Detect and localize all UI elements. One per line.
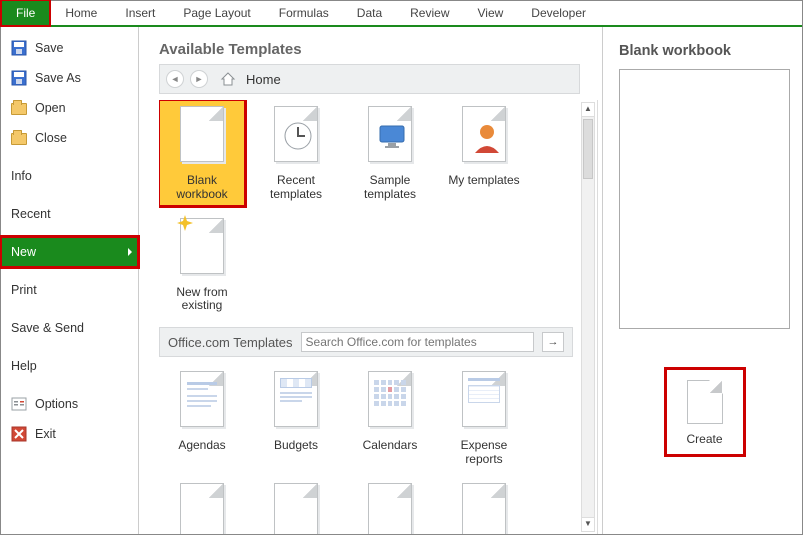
sidebar-item-help[interactable]: Help xyxy=(1,351,138,381)
nav-back-button[interactable]: ◄ xyxy=(166,70,184,88)
tab-home[interactable]: Home xyxy=(51,1,111,25)
sidebar-item-label: Open xyxy=(35,101,66,115)
template-label: Agendas xyxy=(178,438,225,452)
template-scroll-area: Blank workbook Recent templates Sample t… xyxy=(159,100,598,534)
templates-row-local: Blank workbook Recent templates Sample t… xyxy=(159,100,591,206)
template-more-4[interactable] xyxy=(441,477,527,534)
template-gallery: Available Templates ◄ ► Home Blank workb… xyxy=(139,27,602,534)
folder-open-icon xyxy=(11,103,27,115)
template-label: Blank workbook xyxy=(176,173,227,201)
sidebar-item-label: Save xyxy=(35,41,64,55)
template-more-3[interactable] xyxy=(347,477,433,534)
save-as-icon xyxy=(11,70,27,86)
options-icon xyxy=(11,396,27,412)
sidebar-item-exit[interactable]: Exit xyxy=(1,419,138,449)
template-budgets[interactable]: Budgets xyxy=(253,365,339,471)
template-navbar: ◄ ► Home xyxy=(159,64,580,94)
scroll-thumb[interactable] xyxy=(583,119,593,179)
templates-row-office: Agendas Budgets xyxy=(159,365,591,471)
templates-row-local-2: New from existing xyxy=(159,212,591,318)
preview-image xyxy=(619,69,790,329)
sidebar-item-label: New xyxy=(11,245,36,259)
tab-insert[interactable]: Insert xyxy=(111,1,169,25)
search-input[interactable] xyxy=(301,332,534,352)
template-label: Calendars xyxy=(363,438,418,452)
tab-developer[interactable]: Developer xyxy=(517,1,600,25)
templates-row-office-more xyxy=(159,477,591,534)
sidebar-item-options[interactable]: Options xyxy=(1,389,138,419)
nav-forward-button[interactable]: ► xyxy=(190,70,208,88)
template-label: Recent templates xyxy=(270,173,322,201)
tab-page-layout[interactable]: Page Layout xyxy=(169,1,264,25)
sparkle-icon xyxy=(177,215,193,231)
breadcrumb[interactable]: Home xyxy=(246,72,281,87)
scroll-up-button[interactable]: ▲ xyxy=(582,103,594,117)
sidebar-item-save-send[interactable]: Save & Send xyxy=(1,313,138,343)
sidebar-item-label: Options xyxy=(35,397,78,411)
tab-view[interactable]: View xyxy=(464,1,518,25)
template-agendas[interactable]: Agendas xyxy=(159,365,245,471)
tab-data[interactable]: Data xyxy=(343,1,396,25)
sidebar-item-new[interactable]: New xyxy=(1,237,138,267)
clock-icon xyxy=(283,121,313,151)
sidebar-item-label: Info xyxy=(11,169,32,183)
template-expense-reports[interactable]: Expense reports xyxy=(441,365,527,471)
create-label: Create xyxy=(686,432,722,446)
section-title: Available Templates xyxy=(159,41,598,58)
sidebar-item-label: Save & Send xyxy=(11,321,84,335)
tab-review[interactable]: Review xyxy=(396,1,463,25)
scroll-down-button[interactable]: ▼ xyxy=(582,517,594,531)
template-label: Sample templates xyxy=(364,173,416,201)
office-templates-label: Office.com Templates xyxy=(168,335,293,350)
home-icon[interactable] xyxy=(220,71,236,87)
tab-formulas[interactable]: Formulas xyxy=(265,1,343,25)
sidebar-item-label: Recent xyxy=(11,207,51,221)
preview-panel: Blank workbook Create xyxy=(602,27,802,534)
search-go-button[interactable]: → xyxy=(542,332,564,352)
template-calendars[interactable]: Calendars xyxy=(347,365,433,471)
sidebar-item-print[interactable]: Print xyxy=(1,275,138,305)
create-button[interactable]: Create xyxy=(666,369,744,455)
template-new-from-existing[interactable]: New from existing xyxy=(159,212,245,318)
exit-icon xyxy=(11,426,27,442)
sidebar-item-info[interactable]: Info xyxy=(1,161,138,191)
template-label: New from existing xyxy=(176,285,227,313)
template-my-templates[interactable]: My templates xyxy=(441,100,527,206)
template-sample-templates[interactable]: Sample templates xyxy=(347,100,433,206)
sidebar-item-close[interactable]: Close xyxy=(1,123,138,153)
folder-close-icon xyxy=(11,133,27,145)
vertical-scrollbar[interactable]: ▲ ▼ xyxy=(581,102,595,532)
sidebar-item-label: Print xyxy=(11,283,37,297)
sidebar-item-label: Close xyxy=(35,131,67,145)
sidebar-item-open[interactable]: Open xyxy=(1,93,138,123)
template-label: Expense reports xyxy=(461,438,508,466)
template-label: My templates xyxy=(448,173,519,187)
template-more-2[interactable] xyxy=(253,477,339,534)
sidebar-item-label: Save As xyxy=(35,71,81,85)
sidebar-item-label: Help xyxy=(11,359,37,373)
sidebar-item-save[interactable]: Save xyxy=(1,33,138,63)
preview-title: Blank workbook xyxy=(619,43,790,59)
template-blank-workbook[interactable]: Blank workbook xyxy=(159,100,245,206)
sidebar-item-save-as[interactable]: Save As xyxy=(1,63,138,93)
template-more-1[interactable] xyxy=(159,477,245,534)
monitor-icon xyxy=(379,125,405,149)
create-icon xyxy=(687,380,723,424)
ribbon-tabs: File Home Insert Page Layout Formulas Da… xyxy=(1,1,802,27)
user-icon xyxy=(473,123,501,153)
backstage-sidebar: Save Save As Open Close Info Recent New … xyxy=(1,27,139,534)
template-recent-templates[interactable]: Recent templates xyxy=(253,100,339,206)
sidebar-item-recent[interactable]: Recent xyxy=(1,199,138,229)
save-icon xyxy=(11,40,27,56)
tab-file[interactable]: File xyxy=(0,0,51,27)
office-templates-header: Office.com Templates → xyxy=(159,327,573,357)
sidebar-item-label: Exit xyxy=(35,427,56,441)
template-label: Budgets xyxy=(274,438,318,452)
